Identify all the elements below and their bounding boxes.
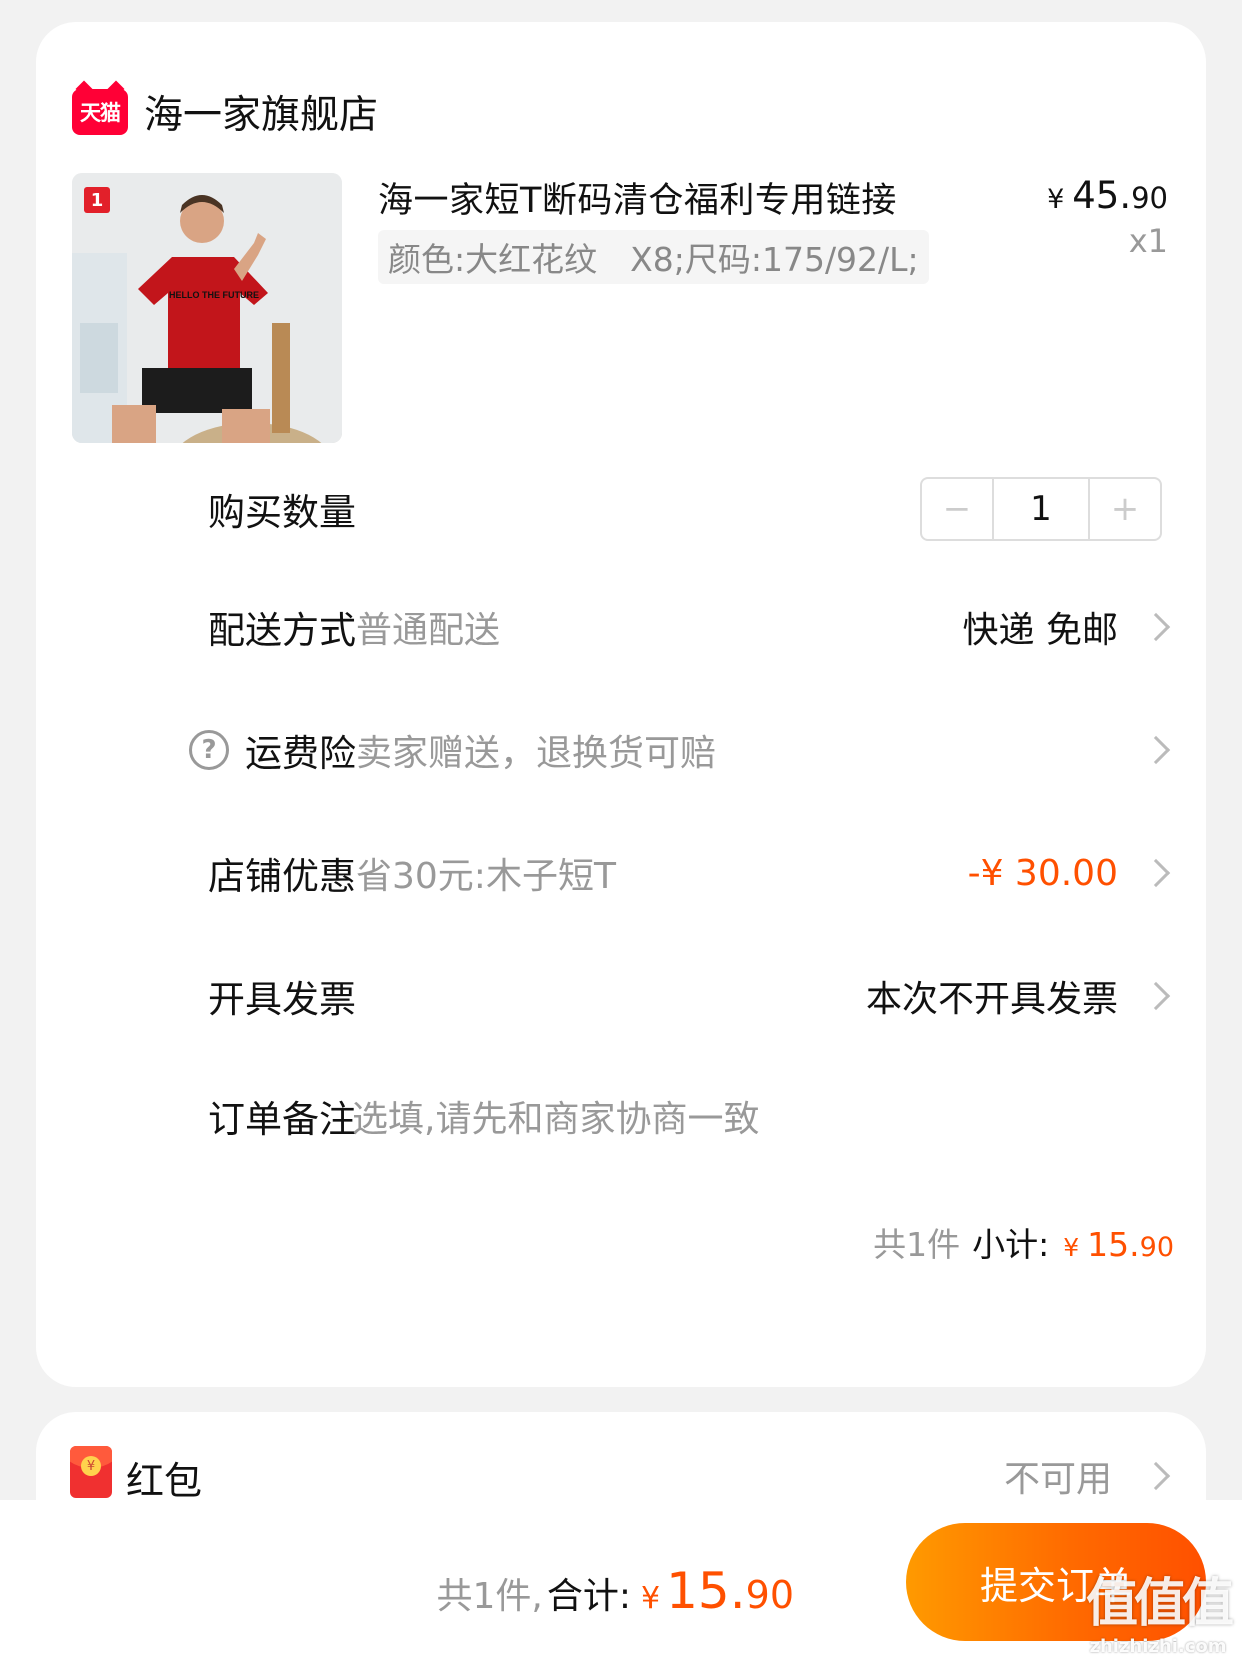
insurance-desc: 卖家赠送，退换货可赔 xyxy=(356,733,717,774)
bottom-bar: 共1件, 合计: ¥ 15. 90 提交订单 值值值 zhizhizhi.com xyxy=(0,1500,1242,1663)
shop-name: 海一家旗舰店 xyxy=(144,93,379,138)
watermark-url: zhizhizhi.com xyxy=(1089,1636,1227,1657)
subtotal: 共1件 小计: ¥ 15. 90 xyxy=(873,1218,1174,1266)
subtotal-currency: ¥ xyxy=(1063,1233,1080,1262)
delivery-value: 快递 免邮 xyxy=(962,610,1118,651)
watermark-logo: 值值值 xyxy=(1085,1574,1234,1634)
price-integer: 45. xyxy=(1072,174,1132,217)
quantity-input[interactable]: 1 xyxy=(992,479,1090,539)
remark-label: 订单备注 xyxy=(208,1098,356,1141)
insurance-label: 运费险 xyxy=(245,732,356,775)
invoice-value: 本次不开具发票 xyxy=(865,979,1118,1020)
product-photo-icon: HELLO THE FUTURE xyxy=(72,173,342,443)
total-count: 共1件, xyxy=(436,1576,543,1617)
total-decimal: 90 xyxy=(745,1573,794,1617)
quantity-stepper[interactable]: − 1 + xyxy=(920,477,1162,541)
discount-value: -¥ 30.00 xyxy=(967,852,1118,894)
row-remark: 订单备注 选填,请先和商家协商一致 xyxy=(36,1081,1206,1151)
total-price: ¥ 15. 90 xyxy=(641,1562,794,1620)
row-delivery[interactable]: 配送方式 普通配送 快递 免邮 xyxy=(36,592,1206,662)
product-price: ¥ 45. 90 xyxy=(1047,174,1168,217)
subtotal-count: 共1件 xyxy=(873,1225,961,1264)
decrement-button[interactable]: − xyxy=(922,479,992,539)
subtotal-price: ¥ 15. 90 xyxy=(1063,1225,1174,1264)
total-currency: ¥ xyxy=(641,1581,661,1616)
red-packet-coin: ¥ xyxy=(81,1456,101,1476)
delivery-desc: 普通配送 xyxy=(356,610,501,651)
product-image[interactable]: HELLO THE FUTURE 1 xyxy=(72,173,342,443)
row-store-discount[interactable]: 店铺优惠 省30元:木子短T -¥ 30.00 xyxy=(36,838,1206,908)
quantity-label: 购买数量 xyxy=(208,491,356,534)
total-label: 合计: xyxy=(546,1576,632,1617)
row-insurance[interactable]: ? 运费险 卖家赠送，退换货可赔 xyxy=(36,715,1206,785)
chevron-right-icon xyxy=(1141,1461,1171,1491)
delivery-label: 配送方式 xyxy=(208,609,356,652)
total-summary: 共1件, 合计: ¥ 15. 90 xyxy=(437,1562,794,1620)
help-circle-icon[interactable]: ? xyxy=(189,730,229,770)
watermark: 值值值 zhizhizhi.com xyxy=(1085,1561,1234,1657)
row-invoice[interactable]: 开具发票 本次不开具发票 xyxy=(36,961,1206,1031)
subtotal-decimal: 90 xyxy=(1139,1232,1174,1263)
insurance-label-group: ? 运费险 xyxy=(189,723,356,777)
tmall-logo-icon: 天猫 xyxy=(72,89,128,135)
red-packet-status: 不可用 xyxy=(1003,1459,1112,1500)
red-packet-icon: ¥ xyxy=(70,1446,112,1498)
total-integer: 15. xyxy=(666,1562,746,1620)
product-quantity: x1 xyxy=(1128,222,1168,260)
price-decimal: 90 xyxy=(1131,181,1168,215)
red-packet-label: 红包 xyxy=(126,1459,203,1503)
discount-desc: 省30元:木子短T xyxy=(356,856,616,897)
price-currency: ¥ xyxy=(1047,184,1065,215)
chevron-right-icon xyxy=(1141,612,1171,642)
shop-header[interactable]: 天猫 海一家旗舰店 xyxy=(72,68,378,156)
row-quantity: 购买数量 − 1 + xyxy=(36,474,1206,544)
tmall-badge-text: 天猫 xyxy=(80,101,121,125)
shirt-print: HELLO THE FUTURE xyxy=(169,290,259,300)
remark-input[interactable]: 选填,请先和商家协商一致 xyxy=(352,1090,759,1142)
chevron-right-icon xyxy=(1141,735,1171,765)
product-spec: 颜色:大红花纹 X8;尺码:175/92/L; xyxy=(378,230,929,284)
subtotal-label: 小计: xyxy=(972,1225,1050,1264)
product-title[interactable]: 海一家短T断码清仓福利专用链接 xyxy=(378,172,897,223)
chevron-right-icon xyxy=(1141,858,1171,888)
chevron-right-icon xyxy=(1141,981,1171,1011)
subtotal-integer: 15. xyxy=(1087,1225,1140,1264)
order-card: 天猫 海一家旗舰店 HELLO THE FUTURE 1 海一家短T断码清仓福利… xyxy=(36,22,1206,1387)
increment-button[interactable]: + xyxy=(1090,479,1160,539)
discount-label: 店铺优惠 xyxy=(208,855,356,898)
brand-tag-icon: 1 xyxy=(84,187,110,213)
invoice-label: 开具发票 xyxy=(208,978,356,1021)
